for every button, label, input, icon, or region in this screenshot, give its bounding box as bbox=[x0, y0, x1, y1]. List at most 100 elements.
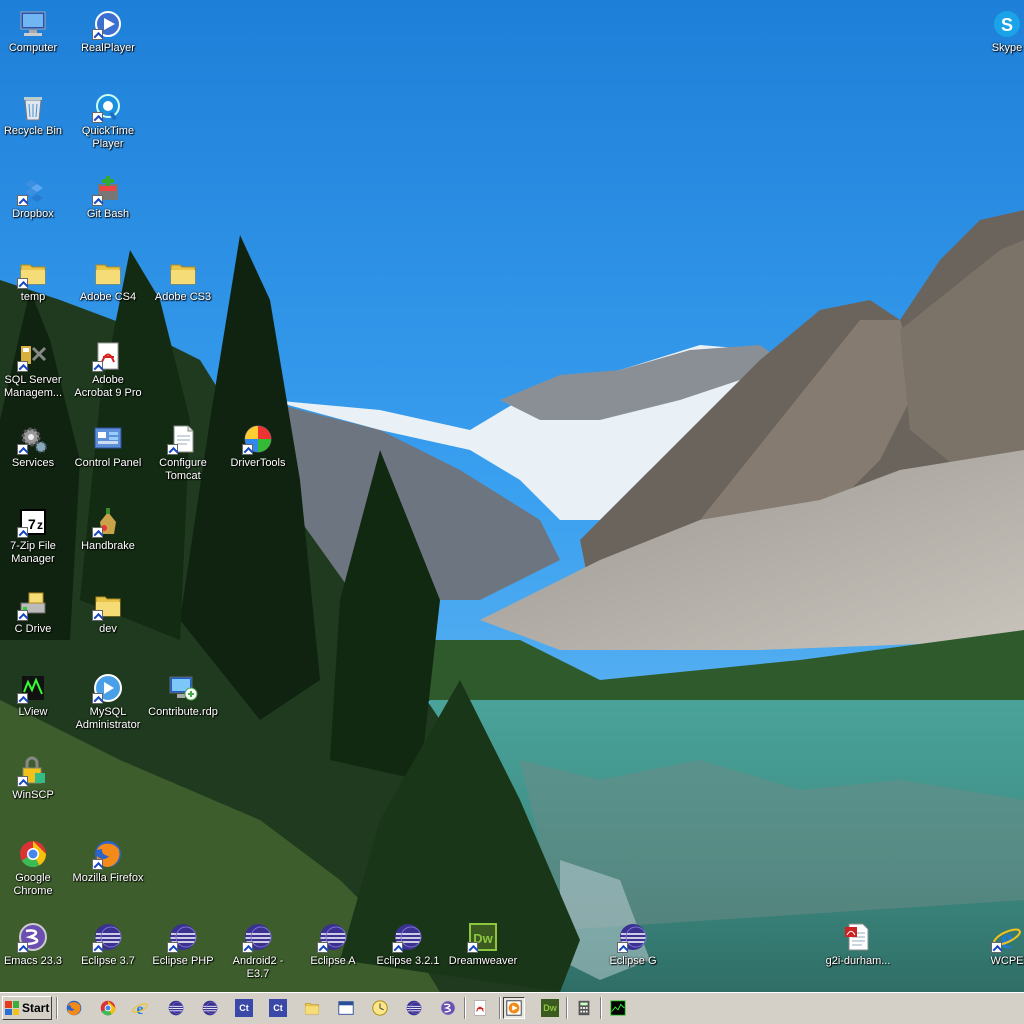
windows-logo-icon bbox=[5, 1001, 19, 1015]
desktop-icon-contribute-rdp[interactable]: Contribute.rdp bbox=[146, 668, 220, 740]
wallpaper-landscape bbox=[0, 0, 1024, 992]
desktop-icon-realplayer[interactable]: RealPlayer bbox=[71, 4, 145, 76]
quicklaunch-dreamweaver-icon[interactable]: Dw bbox=[539, 997, 561, 1019]
quicktime-icon bbox=[92, 91, 124, 123]
desktop-icon-recycle-bin[interactable]: Recycle Bin bbox=[0, 87, 70, 159]
7zip-icon: 7z bbox=[17, 506, 49, 538]
desktop-icon-sql-server[interactable]: SQL Server Managem... bbox=[0, 336, 70, 408]
folder-icon bbox=[167, 257, 199, 289]
desktop-icon-handbrake[interactable]: Handbrake bbox=[71, 502, 145, 574]
desktop-icon-label: Adobe CS4 bbox=[79, 291, 137, 303]
drive-icon bbox=[17, 589, 49, 621]
desktop-icon-adobe-cs3[interactable]: Adobe CS3 bbox=[146, 253, 220, 325]
desktop-icon-dreamweaver[interactable]: Dw Dreamweaver bbox=[446, 917, 520, 989]
shortcut-arrow-icon bbox=[17, 610, 28, 621]
shortcut-arrow-icon bbox=[392, 942, 403, 953]
taskbar-separator bbox=[600, 997, 602, 1019]
desktop-icon-emacs[interactable]: Emacs 23.3 bbox=[0, 917, 70, 989]
eclipse-icon bbox=[92, 921, 124, 953]
desktop-icon-label: Control Panel bbox=[74, 457, 142, 469]
shortcut-arrow-icon bbox=[317, 942, 328, 953]
shortcut-arrow-icon bbox=[17, 444, 28, 455]
quicklaunch-chrome-icon[interactable] bbox=[97, 997, 119, 1019]
quicklaunch-acrobat-icon[interactable] bbox=[469, 997, 491, 1019]
desktop-icon-label: Contribute.rdp bbox=[148, 706, 218, 718]
shortcut-arrow-icon bbox=[17, 776, 28, 787]
desktop-icon-c-drive[interactable]: C Drive bbox=[0, 585, 70, 657]
quicklaunch-text: Dw bbox=[541, 999, 559, 1017]
svg-text:e: e bbox=[1001, 924, 1013, 953]
desktop-icon-label: Adobe Acrobat 9 Pro bbox=[74, 374, 142, 399]
shortcut-arrow-icon bbox=[92, 859, 103, 870]
desktop-icon-control-panel[interactable]: Control Panel bbox=[71, 419, 145, 491]
desktop-icon-g2i-durham[interactable]: g2i-durham... bbox=[821, 917, 895, 989]
start-button[interactable]: Start bbox=[2, 996, 52, 1020]
taskbar-separator bbox=[464, 997, 466, 1019]
desktop-icon-label: C Drive bbox=[14, 623, 52, 635]
remote-desktop-icon bbox=[167, 672, 199, 704]
desktop-icon-acrobat[interactable]: Adobe Acrobat 9 Pro bbox=[71, 336, 145, 408]
desktop-icon-firefox[interactable]: Mozilla Firefox bbox=[71, 834, 145, 906]
quicklaunch-eclipse-icon[interactable] bbox=[199, 997, 221, 1019]
desktop-icon-lview[interactable]: LView bbox=[0, 668, 70, 740]
desktop-icon-configure-tomcat[interactable]: Configure Tomcat bbox=[146, 419, 220, 491]
dropbox-icon bbox=[17, 174, 49, 206]
quicklaunch-emacs-icon[interactable] bbox=[437, 997, 459, 1019]
desktop-icon-label: Android2 - E3.7 bbox=[232, 955, 284, 980]
desktop-icon-label: SQL Server Managem... bbox=[3, 374, 63, 399]
desktop-icon-wcpe[interactable]: e WCPE bbox=[970, 917, 1024, 989]
desktop-icon-label: MySQL Administrator bbox=[75, 706, 141, 731]
quicklaunch-folder-icon[interactable] bbox=[301, 997, 323, 1019]
desktop-icon-label: Eclipse 3.2.1 bbox=[376, 955, 440, 967]
firefox-icon bbox=[92, 838, 124, 870]
shortcut-arrow-icon bbox=[92, 693, 103, 704]
desktop-icon-eclipse-321[interactable]: Eclipse 3.2.1 bbox=[371, 917, 445, 989]
quicklaunch-ie-icon[interactable]: e bbox=[129, 997, 151, 1019]
desktop-icon-label: Adobe CS3 bbox=[154, 291, 212, 303]
desktop[interactable]: Computer RealPlayer S Skype Recycle Bin Quick… bbox=[0, 0, 1024, 992]
shortcut-arrow-icon bbox=[92, 942, 103, 953]
desktop-icon-eclipse-php[interactable]: Eclipse PHP bbox=[146, 917, 220, 989]
desktop-icon-android2[interactable]: Android2 - E3.7 bbox=[221, 917, 295, 989]
quicklaunch-media-player-icon[interactable] bbox=[503, 997, 525, 1019]
desktop-icon-winscp[interactable]: WinSCP bbox=[0, 751, 70, 823]
quicklaunch-window-icon[interactable] bbox=[335, 997, 357, 1019]
quicklaunch-ct-icon[interactable]: Ct bbox=[233, 997, 255, 1019]
shortcut-arrow-icon bbox=[991, 942, 1002, 953]
desktop-icon-label: Mozilla Firefox bbox=[72, 872, 144, 884]
desktop-icon-git-bash[interactable]: Git Bash bbox=[71, 170, 145, 242]
desktop-icon-services[interactable]: Services bbox=[0, 419, 70, 491]
shortcut-arrow-icon bbox=[17, 278, 28, 289]
desktop-icon-adobe-cs4[interactable]: Adobe CS4 bbox=[71, 253, 145, 325]
quicklaunch-eclipse-icon[interactable] bbox=[165, 997, 187, 1019]
shortcut-arrow-icon bbox=[92, 195, 103, 206]
desktop-icon-eclipse-g[interactable]: Eclipse G bbox=[596, 917, 670, 989]
desktop-icon-eclipse-a[interactable]: Eclipse A bbox=[296, 917, 370, 989]
desktop-icon-eclipse-37[interactable]: Eclipse 3.7 bbox=[71, 917, 145, 989]
quicklaunch-task-manager-icon[interactable] bbox=[607, 997, 629, 1019]
desktop-icon-7zip[interactable]: 7 z 7-Zip File Manager bbox=[0, 502, 70, 574]
desktop-icon-mysql-admin[interactable]: MySQL Administrator bbox=[71, 668, 145, 740]
desktop-icon-temp[interactable]: temp bbox=[0, 253, 70, 325]
quicklaunch-clock-icon[interactable] bbox=[369, 997, 391, 1019]
desktop-icon-label: Recycle Bin bbox=[3, 125, 63, 137]
quicklaunch-calculator-icon[interactable] bbox=[573, 997, 595, 1019]
desktop-icon-dev[interactable]: dev bbox=[71, 585, 145, 657]
handbrake-icon bbox=[92, 506, 124, 538]
quicklaunch-eclipse-icon[interactable] bbox=[403, 997, 425, 1019]
desktop-icon-chrome[interactable]: Google Chrome bbox=[0, 834, 70, 906]
eclipse-icon bbox=[167, 921, 199, 953]
shortcut-arrow-icon bbox=[17, 361, 28, 372]
desktop-icon-label: WinSCP bbox=[12, 789, 54, 801]
quicklaunch-firefox-icon[interactable] bbox=[63, 997, 85, 1019]
desktop-icon-skype[interactable]: S Skype bbox=[970, 4, 1024, 76]
desktop-icon-computer[interactable]: Computer bbox=[0, 4, 70, 76]
eclipse-icon bbox=[392, 921, 424, 953]
eclipse-icon bbox=[617, 921, 649, 953]
lview-icon bbox=[17, 672, 49, 704]
services-gear-icon bbox=[17, 423, 49, 455]
quicklaunch-ct-icon[interactable]: Ct bbox=[267, 997, 289, 1019]
desktop-icon-quicktime[interactable]: QuickTime Player bbox=[71, 87, 145, 159]
desktop-icon-dropbox[interactable]: Dropbox bbox=[0, 170, 70, 242]
desktop-icon-drivertools[interactable]: DriverTools bbox=[221, 419, 295, 491]
